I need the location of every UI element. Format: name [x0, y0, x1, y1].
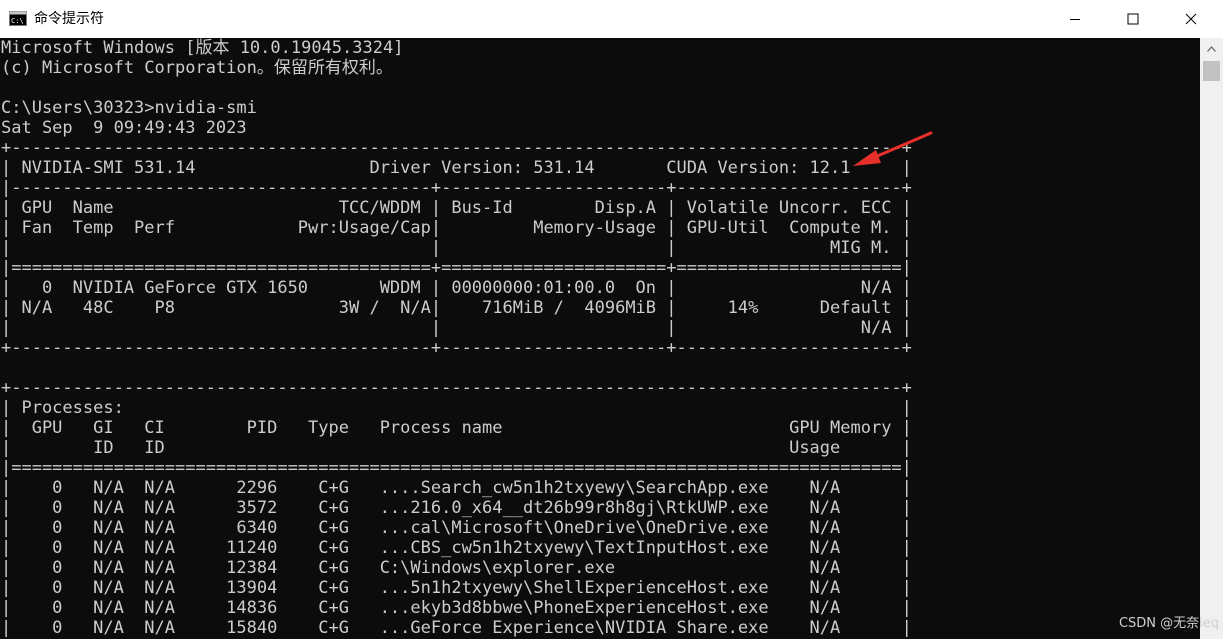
minimize-button[interactable]: [1052, 0, 1098, 38]
watermark: CSDN @无奈ieq: [1118, 616, 1219, 631]
console-line: Sat Sep 9 09:49:43 2023: [1, 118, 247, 138]
console-line: | 0 N/A N/A 2296 C+G ....Search_cw5n1h2t…: [1, 478, 912, 498]
console-line: | 0 N/A N/A 15840 C+G ...GeForce Experie…: [1, 618, 912, 638]
console-line: |---------------------------------------…: [1, 178, 912, 198]
console-line: +---------------------------------------…: [1, 138, 912, 158]
console-line: Microsoft Windows [版本 10.0.19045.3324]: [1, 38, 404, 58]
maximize-button[interactable]: [1110, 0, 1156, 38]
console-line: |=======================================…: [1, 258, 912, 278]
scroll-up-button[interactable]: [1200, 38, 1223, 60]
console-line: C:\Users\30323>nvidia-smi: [1, 98, 257, 118]
window-title: 命令提示符: [34, 11, 104, 27]
minimize-icon: [1070, 19, 1080, 20]
console-line: | ID ID Usage |: [1, 438, 912, 458]
scroll-thumb[interactable]: [1203, 61, 1220, 81]
console-line: | 0 N/A N/A 3572 C+G ...216.0_x64__dt26b…: [1, 498, 912, 518]
console-line: | 0 N/A N/A 12384 C+G C:\Windows\explore…: [1, 558, 912, 578]
console-line: | N/A 48C P8 3W / N/A| 716MiB / 4096MiB …: [1, 298, 912, 318]
console-line: | 0 NVIDIA GeForce GTX 1650 WDDM | 00000…: [1, 278, 912, 298]
console-line: (c) Microsoft Corporation。保留所有权利。: [1, 58, 393, 78]
console-line: | 0 N/A N/A 14836 C+G ...ekyb3d8bbwe\Pho…: [1, 598, 912, 618]
console-output[interactable]: Microsoft Windows [版本 10.0.19045.3324] (c…: [0, 38, 1200, 639]
console-line: | NVIDIA-SMI 531.14 Driver Version: 531.…: [1, 158, 912, 178]
maximize-icon: [1127, 13, 1139, 25]
chevron-up-icon: [1207, 46, 1216, 52]
console-line: +---------------------------------------…: [1, 378, 912, 398]
console-line: | 0 N/A N/A 6340 C+G ...cal\Microsoft\On…: [1, 518, 912, 538]
console-line: | | | MIG M. |: [1, 238, 912, 258]
title-bar[interactable]: C:\ 命令提示符: [0, 0, 1223, 38]
cmd-icon: C:\: [9, 11, 27, 26]
console-line: |=======================================…: [1, 458, 912, 478]
close-button[interactable]: [1168, 0, 1214, 38]
svg-text:C:\: C:\: [11, 17, 24, 25]
console-lines: Microsoft Windows [版本 10.0.19045.3324] (c…: [1, 38, 912, 638]
console-line: | GPU Name TCC/WDDM | Bus-Id Disp.A | Vo…: [1, 198, 912, 218]
console-line: | 0 N/A N/A 13904 C+G ...5n1h2txyewy\She…: [1, 578, 912, 598]
console-line: | Fan Temp Perf Pwr:Usage/Cap| Memory-Us…: [1, 218, 912, 238]
console-line: | | | N/A |: [1, 318, 912, 338]
close-icon: [1185, 13, 1197, 25]
vertical-scrollbar[interactable]: [1200, 38, 1223, 639]
console-line: +---------------------------------------…: [1, 338, 912, 358]
console-line: | GPU GI CI PID Type Process name GPU Me…: [1, 418, 912, 438]
console-line: | Processes: |: [1, 398, 912, 418]
console-line: | 0 N/A N/A 11240 C+G ...CBS_cw5n1h2txye…: [1, 538, 912, 558]
